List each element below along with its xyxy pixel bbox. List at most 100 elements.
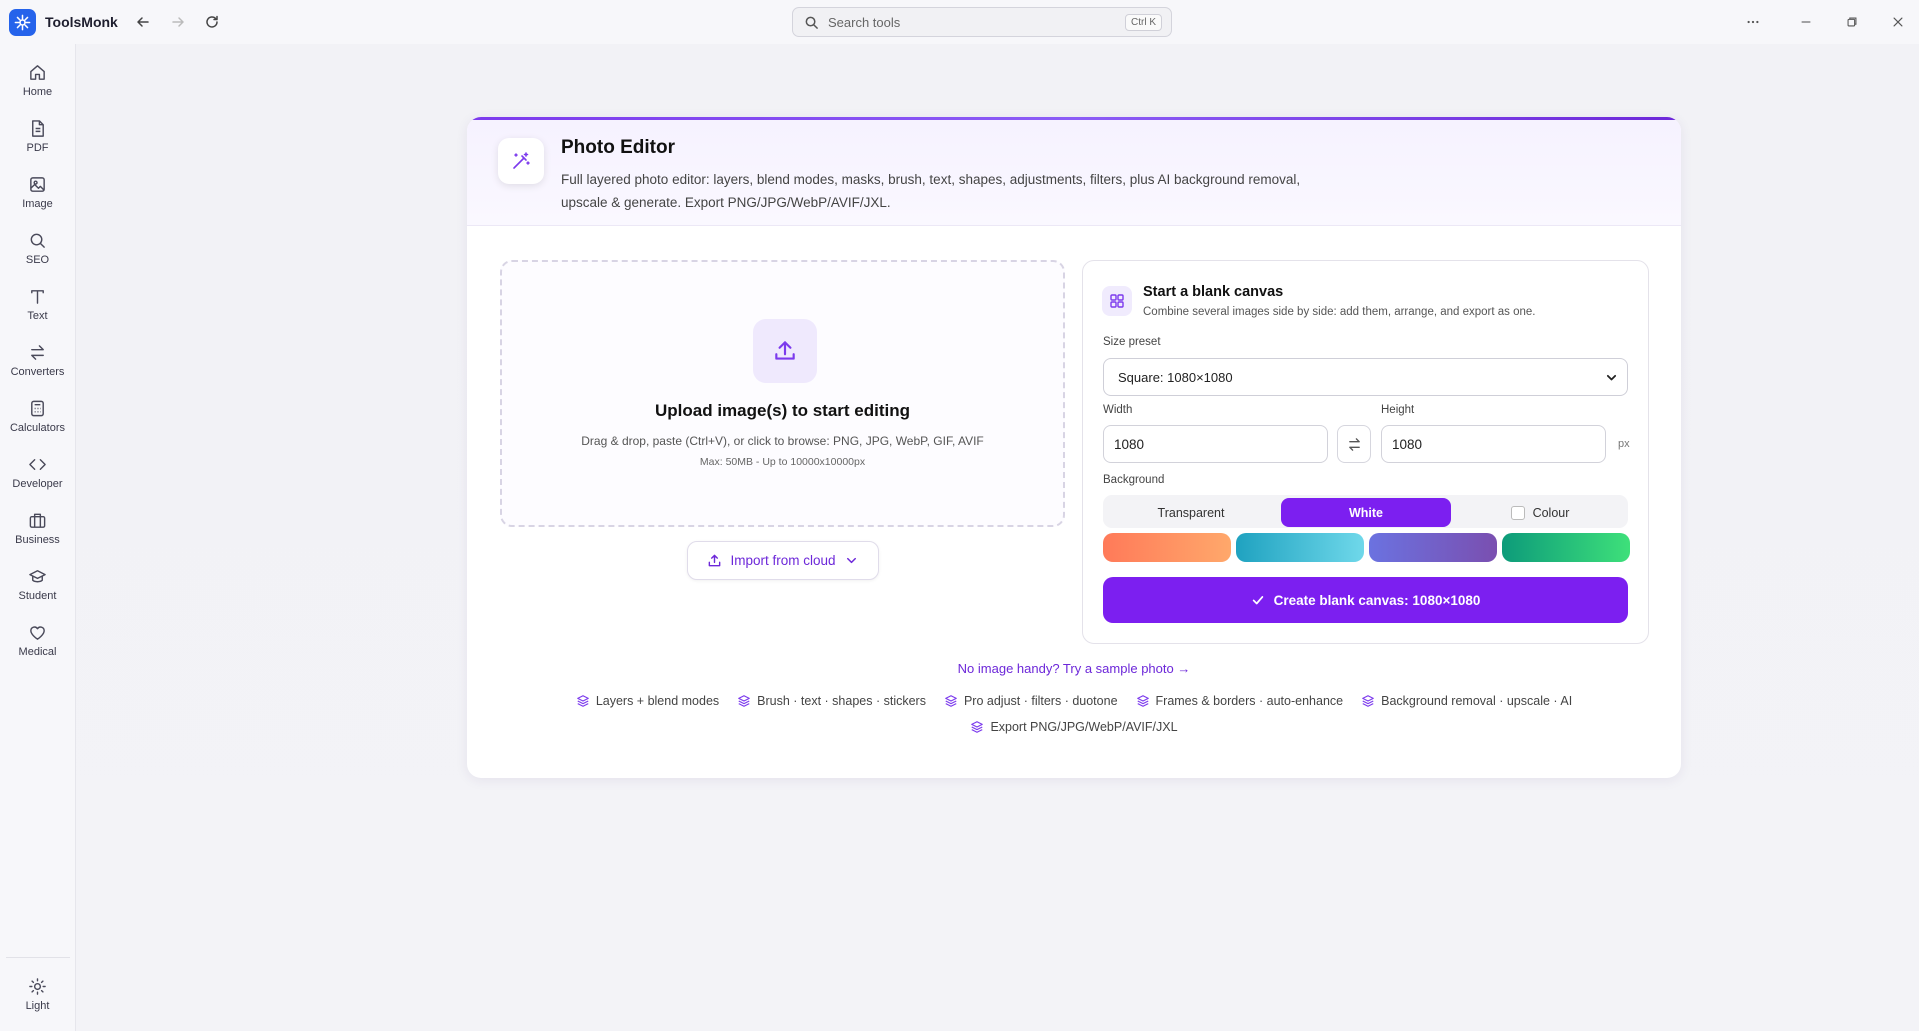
size-preset-select[interactable]: Square: 1080×1080 (1103, 358, 1628, 396)
theme-toggle-button[interactable]: Light (0, 977, 75, 1029)
gradient-swatch-teal[interactable] (1236, 533, 1364, 562)
sidebar-item-label: Business (15, 534, 60, 546)
gradient-swatch-purple[interactable] (1369, 533, 1497, 562)
background-option-white[interactable]: White (1281, 498, 1451, 527)
upload-title: Upload image(s) to start editing (654, 401, 911, 420)
sidebar-item-developer[interactable]: Developer (0, 455, 75, 507)
feature-label: Brush · text · shapes · stickers (757, 694, 926, 708)
sample-photo-link[interactable]: No image handy? Try a sample photo → (467, 661, 1681, 676)
arrows-swap-icon (31, 345, 44, 360)
swap-dimensions-button[interactable] (1337, 425, 1371, 463)
forward-button[interactable] (167, 11, 189, 33)
sidebar-item-label: Converters (10, 366, 65, 378)
layers-icon (945, 695, 957, 707)
restore-icon (1847, 17, 1857, 27)
arrow-right-icon (172, 17, 184, 27)
sidebar-item-business[interactable]: Business (0, 511, 75, 563)
reload-button[interactable] (201, 11, 223, 33)
upload-icon (753, 319, 817, 383)
layers-icon (576, 695, 589, 707)
magic-wand-icon (498, 138, 544, 184)
sidebar-item-label: PDF (26, 142, 49, 154)
background-option-colour-label: Colour (1532, 505, 1570, 520)
gradient-swatch-orange[interactable] (1103, 533, 1231, 562)
background-option-colour[interactable]: Colour (1455, 498, 1625, 527)
sidebar-item-label: Image (22, 198, 53, 210)
arrow-left-icon (137, 17, 149, 27)
upload-dropzone[interactable]: Upload image(s) to start editing Drag & … (500, 260, 1065, 527)
feature-label: Frames & borders · auto-enhance (1155, 694, 1344, 708)
sidebar-item-label: Home (22, 86, 53, 98)
code-icon (29, 459, 46, 470)
import-from-cloud-button[interactable]: Import from cloud (687, 541, 879, 580)
minimize-button[interactable] (1796, 12, 1816, 32)
image-icon (30, 177, 45, 192)
sidebar-item-medical[interactable]: Medical (0, 623, 75, 675)
refresh-icon (206, 15, 218, 28)
close-button[interactable] (1888, 12, 1908, 32)
sidebar-item-seo[interactable]: SEO (0, 231, 75, 283)
feature-item: Export PNG/JPG/WebP/AVIF/JXL (970, 717, 1178, 737)
create-blank-canvas-button[interactable]: Create blank canvas: 1080×1080 (1103, 577, 1628, 623)
height-input[interactable]: 1080 (1381, 425, 1606, 463)
calculator-icon (31, 400, 44, 417)
feature-item: Pro adjust · filters · duotone (944, 691, 1118, 711)
graduation-cap-icon (29, 570, 46, 583)
file-icon (32, 120, 44, 137)
home-icon (30, 65, 45, 80)
feature-label: Export PNG/JPG/WebP/AVIF/JXL (990, 720, 1178, 734)
search-shortcut-badge: Ctrl K (1125, 14, 1162, 31)
feature-list: Layers + blend modes Brush · text · shap… (527, 691, 1621, 737)
upload-icon (709, 554, 721, 567)
sun-icon (29, 978, 46, 995)
page-description: Full layered photo editor: layers, blend… (561, 172, 1301, 210)
width-input[interactable]: 1080 (1103, 425, 1328, 463)
sidebar-item-home[interactable]: Home (0, 63, 75, 115)
blank-canvas-panel: Start a blank canvas Combine several ima… (1082, 260, 1649, 644)
more-horizontal-icon (1747, 20, 1759, 24)
grid-icon (1102, 286, 1132, 316)
page-title: Photo Editor (561, 137, 675, 158)
sidebar-item-label: Calculators (9, 422, 66, 434)
feature-item: Frames & borders · auto-enhance (1136, 691, 1344, 711)
background-segmented-control: Transparent White Colour (1103, 495, 1628, 528)
sidebar-item-label: Developer (12, 478, 63, 490)
sidebar-item-label: Text (27, 310, 48, 322)
restore-button[interactable] (1842, 12, 1862, 32)
blank-canvas-description: Combine several images side by side: add… (1143, 306, 1536, 318)
feature-label: Background removal · upscale · AI (1381, 694, 1573, 708)
swap-icon (1348, 437, 1360, 451)
sidebar-item-calculators[interactable]: Calculators (0, 399, 75, 451)
sidebar: Home PDF Image SEO Text Converters Calcu… (0, 44, 76, 1031)
size-preset-label: Size preset (1103, 336, 1161, 348)
layers-icon (738, 695, 750, 707)
sidebar-item-pdf[interactable]: PDF (0, 119, 75, 171)
search-input[interactable]: Search tools Ctrl K (792, 7, 1172, 37)
back-button[interactable] (132, 11, 154, 33)
size-preset-value: Square: 1080×1080 (1118, 369, 1233, 385)
sidebar-item-student[interactable]: Student (0, 567, 75, 619)
search-icon (805, 16, 818, 29)
background-option-transparent[interactable]: Transparent (1106, 498, 1276, 527)
gradient-swatch-green[interactable] (1502, 533, 1630, 562)
upload-limits: Max: 50MB - Up to 10000x10000px (699, 456, 866, 468)
app-logo-icon (9, 9, 36, 36)
colour-swatch (1510, 505, 1525, 520)
feature-item: Brush · text · shapes · stickers (737, 691, 926, 711)
search-placeholder: Search tools (828, 14, 901, 30)
sidebar-item-label: Medical (18, 646, 57, 658)
sidebar-item-image[interactable]: Image (0, 175, 75, 227)
photo-editor-card: Photo Editor Full layered photo editor: … (467, 117, 1681, 778)
briefcase-icon (29, 513, 46, 528)
upload-subtitle: Drag & drop, paste (Ctrl+V), or click to… (581, 434, 984, 448)
sidebar-item-converters[interactable]: Converters (0, 343, 75, 395)
width-label: Width (1103, 404, 1133, 416)
feature-label: Pro adjust · filters · duotone (963, 694, 1118, 708)
check-icon (1252, 596, 1263, 605)
search-icon (30, 233, 45, 248)
sidebar-divider (6, 957, 70, 958)
background-label: Background (1103, 474, 1165, 486)
sidebar-item-text[interactable]: Text (0, 287, 75, 339)
more-options-button[interactable] (1743, 12, 1763, 32)
card-header: Photo Editor Full layered photo editor: … (467, 120, 1681, 226)
